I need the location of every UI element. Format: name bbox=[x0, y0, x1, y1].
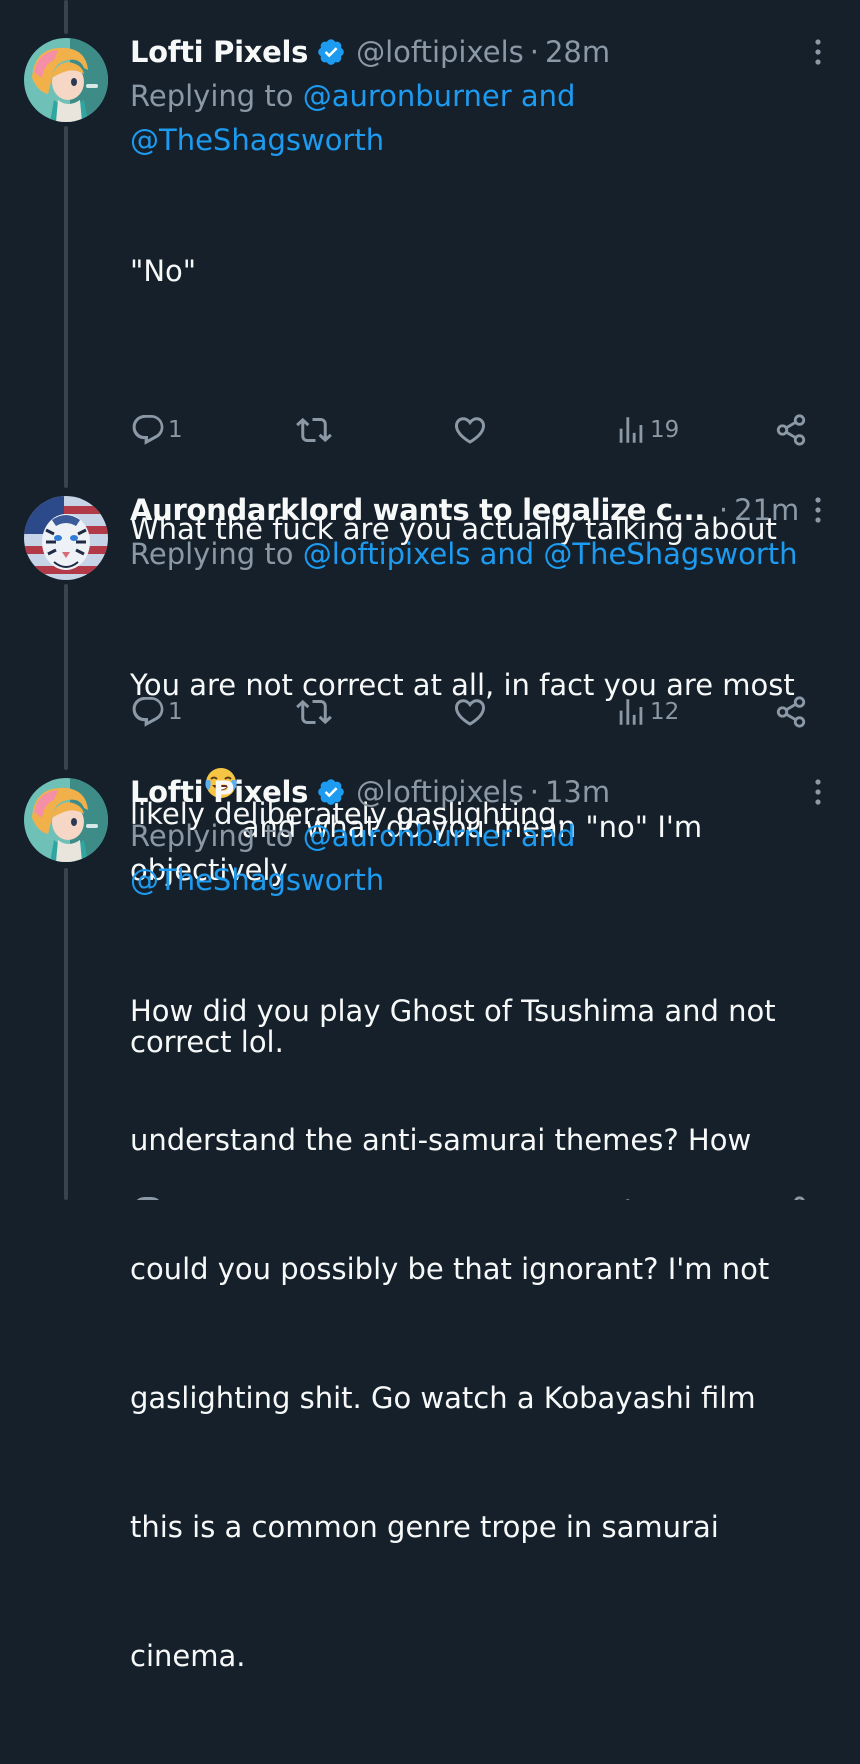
tweet-timestamp[interactable]: 28m bbox=[545, 35, 610, 69]
author-handle[interactable]: @loftipixels bbox=[356, 775, 524, 809]
verified-badge-icon bbox=[316, 777, 346, 807]
share-icon bbox=[776, 696, 806, 728]
view-count: 12 bbox=[650, 699, 680, 725]
reply-button[interactable]: 1 bbox=[130, 692, 183, 732]
tweet-actions bbox=[130, 1192, 820, 1200]
views-button[interactable] bbox=[614, 1192, 648, 1200]
replying-to: Replying to @loftipixels and @TheShagswo… bbox=[130, 532, 836, 576]
replying-to: Replying to @auronburner and @TheShagswo… bbox=[130, 814, 836, 902]
header-separator: · bbox=[529, 775, 539, 809]
tweet-header: Lofti Pixels @loftipixels · 28m bbox=[130, 30, 836, 74]
mention-link[interactable]: @TheShagsworth bbox=[130, 863, 384, 897]
tweet-text-line: cinema. bbox=[130, 1639, 246, 1673]
tweet-text-line: understand the anti-samurai themes? How bbox=[130, 1123, 752, 1157]
tweet-2[interactable]: Aurondarklord wants to legalize c... · 2… bbox=[0, 470, 860, 831]
author-name[interactable]: Lofti Pixels bbox=[130, 775, 308, 809]
reply-count: 1 bbox=[168, 699, 183, 725]
verified-badge-icon bbox=[316, 37, 346, 67]
replying-and: and bbox=[520, 79, 576, 113]
mention-link[interactable]: @loftipixels bbox=[303, 537, 471, 571]
retweet-button[interactable] bbox=[296, 692, 332, 732]
tweet-1[interactable]: Lofti Pixels @loftipixels · 28m Replying… bbox=[0, 0, 860, 1059]
tweet-timestamp[interactable]: 13m bbox=[545, 775, 610, 809]
author-name[interactable]: Aurondarklord wants to legalize c... bbox=[130, 493, 705, 527]
author-handle[interactable]: @loftipixels bbox=[356, 35, 524, 69]
replying-prefix: Replying to bbox=[130, 79, 294, 113]
heart-icon bbox=[454, 417, 486, 444]
mention-link[interactable]: @auronburner bbox=[303, 79, 512, 113]
tweet-header: Aurondarklord wants to legalize c... · 2… bbox=[130, 488, 836, 532]
share-icon bbox=[776, 414, 806, 446]
tweet-actions: 1 12 bbox=[130, 692, 820, 732]
reply-bubble-icon bbox=[136, 1197, 160, 1200]
views-bar-icon bbox=[619, 699, 643, 725]
views-button[interactable]: 19 bbox=[614, 410, 679, 450]
reply-bubble-icon bbox=[132, 415, 164, 445]
retweet-icon bbox=[296, 699, 332, 725]
tweet-3[interactable]: Lofti Pixels @loftipixels · 13m Replying… bbox=[0, 760, 860, 1673]
views-button[interactable]: 12 bbox=[614, 692, 679, 732]
share-button[interactable] bbox=[774, 692, 808, 732]
replying-to: Replying to @auronburner and @TheShagswo… bbox=[130, 74, 836, 162]
tweet-header: Lofti Pixels @loftipixels · 13m bbox=[130, 770, 836, 814]
tweet-text-line: this is a common genre trope in samurai bbox=[130, 1510, 719, 1544]
heart-icon bbox=[452, 1194, 488, 1200]
retweet-button[interactable] bbox=[296, 410, 332, 450]
retweet-icon bbox=[296, 417, 332, 443]
retweet-button[interactable] bbox=[296, 1192, 332, 1200]
avatar-aurondarklord[interactable] bbox=[24, 496, 108, 580]
retweet-icon bbox=[302, 1199, 321, 1200]
share-icon bbox=[794, 1196, 805, 1200]
view-count: 19 bbox=[650, 417, 680, 443]
mention-link[interactable]: @TheShagsworth bbox=[543, 537, 797, 571]
tweet-text-line: "No" bbox=[130, 254, 197, 288]
replying-and: and bbox=[520, 819, 576, 853]
share-button[interactable] bbox=[774, 410, 808, 450]
tweet-text: How did you play Ghost of Tsushima and n… bbox=[130, 904, 836, 1764]
reply-bubble-icon bbox=[132, 697, 164, 727]
reply-count: 1 bbox=[168, 417, 183, 443]
replying-and: and bbox=[479, 537, 535, 571]
tweet-text-line: gaslighting shit. Go watch a Kobayashi f… bbox=[130, 1381, 756, 1415]
heart-icon bbox=[454, 699, 486, 726]
reply-button[interactable] bbox=[130, 1192, 166, 1200]
avatar-lofti-pixels[interactable] bbox=[24, 778, 108, 862]
tweet-text-line: How did you play Ghost of Tsushima and n… bbox=[130, 994, 776, 1028]
mention-link[interactable]: @auronburner bbox=[303, 819, 512, 853]
replying-prefix: Replying to bbox=[130, 537, 294, 571]
more-vertical-icon[interactable] bbox=[806, 488, 830, 532]
tweet-text-line: could you possibly be that ignorant? I'm… bbox=[130, 1252, 770, 1286]
header-separator: · bbox=[718, 493, 729, 527]
like-button[interactable] bbox=[452, 692, 488, 732]
more-vertical-icon[interactable] bbox=[806, 30, 830, 74]
views-bar-icon bbox=[626, 1199, 630, 1200]
avatar-lofti-pixels[interactable] bbox=[24, 38, 108, 122]
replying-prefix: Replying to bbox=[130, 819, 294, 853]
views-bar-icon bbox=[619, 417, 643, 443]
mention-link[interactable]: @TheShagsworth bbox=[130, 123, 384, 157]
like-button[interactable] bbox=[452, 1192, 488, 1200]
tweet-actions: 1 19 bbox=[130, 410, 820, 450]
more-vertical-icon[interactable] bbox=[806, 770, 830, 814]
like-button[interactable] bbox=[452, 410, 488, 450]
tweet-timestamp[interactable]: 21m bbox=[734, 493, 799, 527]
author-name[interactable]: Lofti Pixels bbox=[130, 35, 308, 69]
share-button[interactable] bbox=[774, 1192, 808, 1200]
header-separator: · bbox=[529, 35, 539, 69]
reply-button[interactable]: 1 bbox=[130, 410, 183, 450]
